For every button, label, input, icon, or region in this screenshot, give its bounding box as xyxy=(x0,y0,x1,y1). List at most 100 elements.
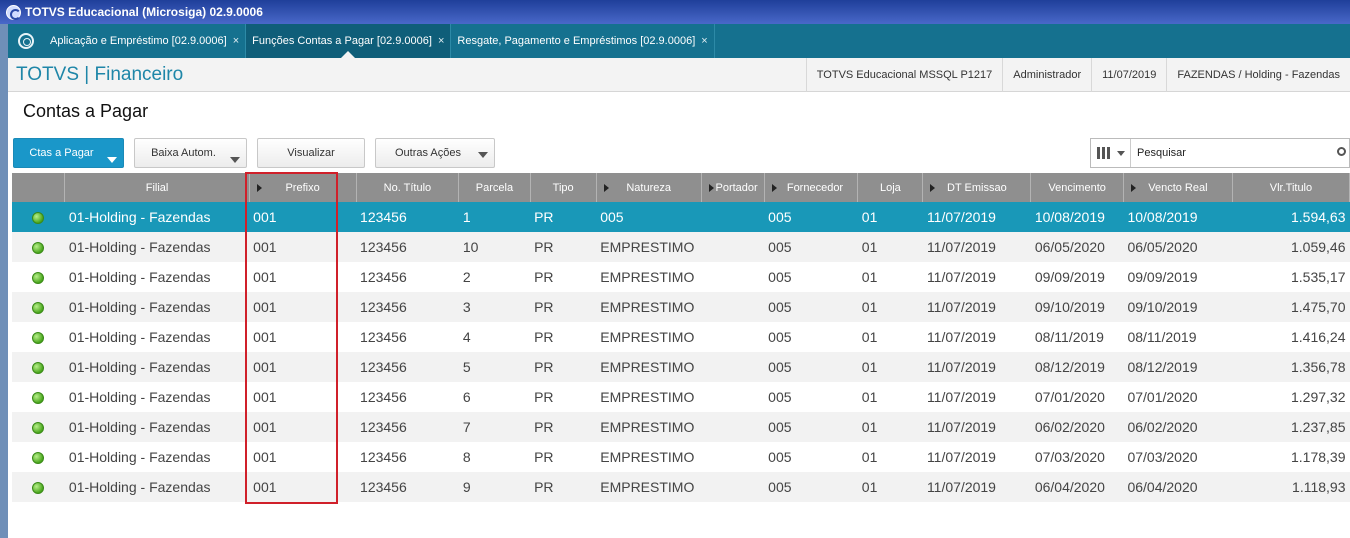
cell-no-titulo[interactable]: 123456 xyxy=(356,202,459,232)
cell-natureza[interactable]: EMPRESTIMO xyxy=(596,472,702,502)
cell-fornecedor[interactable]: 005 xyxy=(764,352,858,382)
cell-natureza[interactable]: EMPRESTIMO xyxy=(596,322,702,352)
col-portador[interactable]: Portador xyxy=(701,173,765,202)
cell-tipo[interactable]: PR xyxy=(530,322,597,352)
cell-portador[interactable] xyxy=(701,442,765,472)
cell-prefixo[interactable]: 001 xyxy=(249,262,357,292)
cell-fornecedor[interactable]: 005 xyxy=(764,472,858,502)
cell-portador[interactable] xyxy=(701,232,765,262)
cell-dt-emissao[interactable]: 11/07/2019 xyxy=(922,472,1031,502)
user-label[interactable]: Administrador xyxy=(1002,58,1091,92)
cell-parcela[interactable]: 9 xyxy=(458,472,531,502)
status-cell[interactable] xyxy=(12,292,65,322)
cell-prefixo[interactable]: 001 xyxy=(249,412,357,442)
col-vencimento[interactable]: Vencimento xyxy=(1030,173,1124,202)
cell-fornecedor[interactable]: 005 xyxy=(764,232,858,262)
cell-parcela[interactable]: 7 xyxy=(458,412,531,442)
cell-filial[interactable]: 01-Holding - Fazendas xyxy=(64,442,250,472)
cell-filial[interactable]: 01-Holding - Fazendas xyxy=(64,382,250,412)
cell-vencimento[interactable]: 07/01/2020 xyxy=(1030,382,1124,412)
cell-portador[interactable] xyxy=(701,262,765,292)
visualizar-button[interactable]: Visualizar xyxy=(257,138,365,168)
col-dt-emissao[interactable]: DT Emissao xyxy=(922,173,1032,202)
col-prefixo[interactable]: Prefixo xyxy=(249,173,357,202)
ctas-a-pagar-button[interactable]: Ctas a Pagar xyxy=(13,138,124,168)
cell-loja[interactable]: 01 xyxy=(857,382,923,412)
tab-funcoes-contas-a-pagar[interactable]: Funções Contas a Pagar [02.9.0006] × xyxy=(246,24,452,58)
cell-loja[interactable]: 01 xyxy=(857,262,923,292)
cell-tipo[interactable]: PR xyxy=(530,472,597,502)
cell-vencto-real[interactable]: 08/11/2019 xyxy=(1123,322,1233,352)
table-row[interactable]: 01-Holding - Fazendas 001 123456 3 PR EMPREST… xyxy=(12,292,1350,322)
cell-loja[interactable]: 01 xyxy=(857,472,923,502)
cell-fornecedor[interactable]: 005 xyxy=(764,202,858,232)
cell-parcela[interactable]: 10 xyxy=(458,232,531,262)
search-icon[interactable] xyxy=(1337,147,1346,156)
cell-natureza[interactable]: EMPRESTIMO xyxy=(596,292,702,322)
cell-parcela[interactable]: 2 xyxy=(458,262,531,292)
cell-portador[interactable] xyxy=(701,292,765,322)
cell-vencto-real[interactable]: 09/09/2019 xyxy=(1123,262,1233,292)
cell-vencto-real[interactable]: 07/01/2020 xyxy=(1123,382,1233,412)
status-cell[interactable] xyxy=(12,442,65,472)
status-cell[interactable] xyxy=(12,202,65,232)
cell-parcela[interactable]: 3 xyxy=(458,292,531,322)
cell-prefixo[interactable]: 001 xyxy=(249,202,357,232)
cell-filial[interactable]: 01-Holding - Fazendas xyxy=(64,232,250,262)
cell-vlr-titulo[interactable]: 1.297,32 xyxy=(1232,382,1350,412)
cell-fornecedor[interactable]: 005 xyxy=(764,292,858,322)
status-cell[interactable] xyxy=(12,232,65,262)
totvs-logo-icon[interactable] xyxy=(8,24,44,58)
cell-portador[interactable] xyxy=(701,472,765,502)
table-row[interactable]: 01-Holding - Fazendas 001 123456 4 PR EMPREST… xyxy=(12,322,1350,352)
cell-prefixo[interactable]: 001 xyxy=(249,472,357,502)
cell-fornecedor[interactable]: 005 xyxy=(764,322,858,352)
cell-portador[interactable] xyxy=(701,202,765,232)
column-selector-button[interactable] xyxy=(1091,139,1131,167)
cell-prefixo[interactable]: 001 xyxy=(249,382,357,412)
cell-portador[interactable] xyxy=(701,382,765,412)
cell-no-titulo[interactable]: 123456 xyxy=(356,322,459,352)
col-loja[interactable]: Loja xyxy=(857,173,924,202)
cell-vencto-real[interactable]: 06/05/2020 xyxy=(1123,232,1233,262)
cell-natureza[interactable]: EMPRESTIMO xyxy=(596,232,702,262)
cell-natureza[interactable]: EMPRESTIMO xyxy=(596,442,702,472)
cell-filial[interactable]: 01-Holding - Fazendas xyxy=(64,322,250,352)
company-label[interactable]: FAZENDAS / Holding - Fazendas xyxy=(1166,58,1350,92)
close-tab-icon[interactable]: × xyxy=(438,35,444,47)
cell-no-titulo[interactable]: 123456 xyxy=(356,232,459,262)
table-row[interactable]: 01-Holding - Fazendas 001 123456 9 PR EMPREST… xyxy=(12,472,1350,502)
cell-tipo[interactable]: PR xyxy=(530,232,597,262)
cell-no-titulo[interactable]: 123456 xyxy=(356,352,459,382)
cell-no-titulo[interactable]: 123456 xyxy=(356,442,459,472)
cell-vlr-titulo[interactable]: 1.237,85 xyxy=(1232,412,1350,442)
cell-dt-emissao[interactable]: 11/07/2019 xyxy=(922,262,1031,292)
cell-vlr-titulo[interactable]: 1.118,93 xyxy=(1232,472,1350,502)
status-cell[interactable] xyxy=(12,322,65,352)
baixa-autom-button[interactable]: Baixa Autom. xyxy=(134,138,247,168)
cell-fornecedor[interactable]: 005 xyxy=(764,442,858,472)
cell-natureza[interactable]: EMPRESTIMO xyxy=(596,352,702,382)
col-parcela[interactable]: Parcela xyxy=(458,173,531,202)
cell-dt-emissao[interactable]: 11/07/2019 xyxy=(922,352,1031,382)
cell-no-titulo[interactable]: 123456 xyxy=(356,412,459,442)
cell-natureza[interactable]: EMPRESTIMO xyxy=(596,382,702,412)
cell-dt-emissao[interactable]: 11/07/2019 xyxy=(922,382,1031,412)
table-row[interactable]: 01-Holding - Fazendas 001 123456 6 PR EMPREST… xyxy=(12,382,1350,412)
cell-tipo[interactable]: PR xyxy=(530,352,597,382)
cell-no-titulo[interactable]: 123456 xyxy=(356,292,459,322)
cell-vencto-real[interactable]: 09/10/2019 xyxy=(1123,292,1233,322)
cell-loja[interactable]: 01 xyxy=(857,412,923,442)
cell-natureza[interactable]: EMPRESTIMO xyxy=(596,262,702,292)
status-cell[interactable] xyxy=(12,262,65,292)
cell-parcela[interactable]: 8 xyxy=(458,442,531,472)
cell-no-titulo[interactable]: 123456 xyxy=(356,262,459,292)
cell-loja[interactable]: 01 xyxy=(857,292,923,322)
cell-vlr-titulo[interactable]: 1.356,78 xyxy=(1232,352,1350,382)
cell-vencto-real[interactable]: 07/03/2020 xyxy=(1123,442,1233,472)
cell-vencimento[interactable]: 10/08/2019 xyxy=(1030,202,1124,232)
status-cell[interactable] xyxy=(12,412,65,442)
cell-tipo[interactable]: PR xyxy=(530,202,597,232)
cell-vencto-real[interactable]: 10/08/2019 xyxy=(1123,202,1233,232)
cell-tipo[interactable]: PR xyxy=(530,382,597,412)
